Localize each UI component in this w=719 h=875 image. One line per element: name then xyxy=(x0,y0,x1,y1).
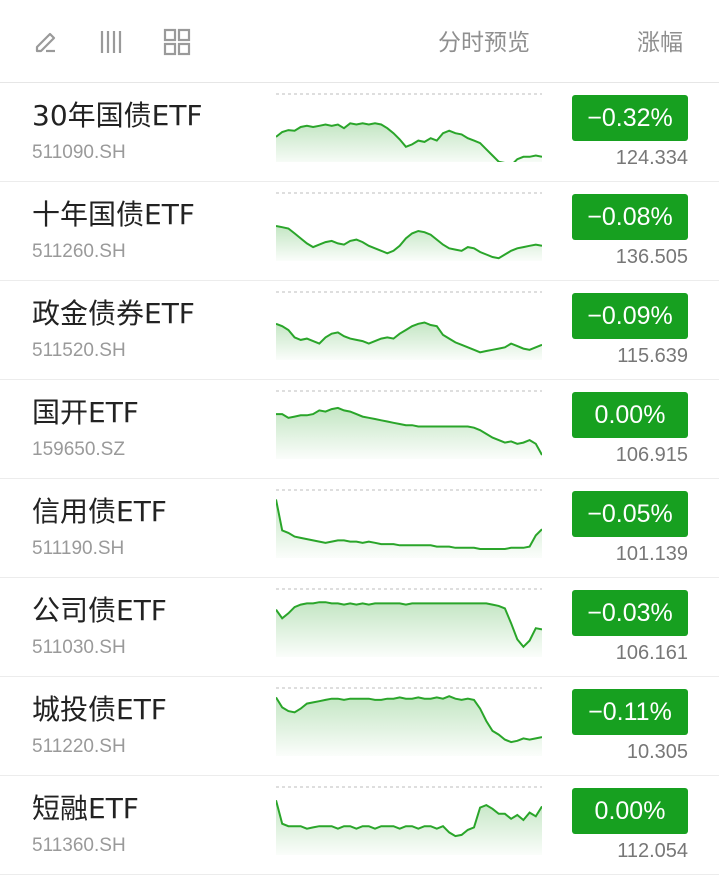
etf-name: 十年国债ETF xyxy=(32,198,195,231)
etf-list: 30年国债ETF 511090.SH −0.32% 124.334 十年国债ETF 511… xyxy=(0,83,719,875)
list-header: 分时预览 涨幅 xyxy=(0,0,719,83)
etf-code: 511220.SH xyxy=(32,736,126,757)
columns-icon[interactable] xyxy=(99,28,127,56)
etf-row[interactable]: 十年国债ETF 511260.SH −0.08% 136.505 xyxy=(0,182,719,281)
intraday-sparkline xyxy=(276,687,542,756)
intraday-sparkline xyxy=(276,291,542,360)
etf-name: 城投债ETF xyxy=(32,693,167,726)
intraday-sparkline xyxy=(276,390,542,459)
etf-name: 国开ETF xyxy=(32,396,139,429)
etf-code: 511090.SH xyxy=(32,142,126,163)
etf-code: 511260.SH xyxy=(32,241,126,262)
preview-column-header[interactable]: 分时预览 xyxy=(438,28,530,58)
etf-name: 短融ETF xyxy=(32,792,139,825)
price-value: 10.305 xyxy=(626,741,688,763)
etf-row[interactable]: 短融ETF 511360.SH 0.00% 112.054 xyxy=(0,776,719,875)
price-value: 136.505 xyxy=(615,246,688,268)
price-value: 124.334 xyxy=(615,147,688,169)
etf-code: 511360.SH xyxy=(32,835,126,856)
change-badge[interactable]: −0.32% xyxy=(572,95,688,141)
etf-code: 511520.SH xyxy=(32,340,126,361)
etf-code: 511030.SH xyxy=(32,637,126,658)
change-badge[interactable]: 0.00% xyxy=(572,392,688,438)
etf-row[interactable]: 信用债ETF 511190.SH −0.05% 101.139 xyxy=(0,479,719,578)
change-badge[interactable]: 0.00% xyxy=(572,788,688,834)
etf-name: 30年国债ETF xyxy=(32,99,203,132)
etf-code: 159650.SZ xyxy=(32,439,125,460)
sparkline-area xyxy=(276,696,542,756)
etf-row[interactable]: 政金债券ETF 511520.SH −0.09% 115.639 xyxy=(0,281,719,380)
change-badge[interactable]: −0.03% xyxy=(572,590,688,636)
price-value: 112.054 xyxy=(617,840,688,862)
price-value: 101.139 xyxy=(615,543,688,565)
etf-row[interactable]: 国开ETF 159650.SZ 0.00% 106.915 xyxy=(0,380,719,479)
etf-row[interactable]: 城投债ETF 511220.SH −0.11% 10.305 xyxy=(0,677,719,776)
sparkline-area xyxy=(276,407,542,459)
etf-name: 政金债券ETF xyxy=(32,297,195,330)
sparkline-area xyxy=(276,123,542,162)
change-badge[interactable]: −0.08% xyxy=(572,194,688,240)
intraday-sparkline xyxy=(276,93,542,162)
intraday-sparkline xyxy=(276,489,542,558)
etf-code: 511190.SH xyxy=(32,538,125,559)
change-badge[interactable]: −0.09% xyxy=(572,293,688,339)
intraday-sparkline xyxy=(276,588,542,657)
intraday-sparkline xyxy=(276,786,542,855)
grid-icon[interactable] xyxy=(163,28,191,56)
sparkline-area xyxy=(276,602,542,657)
change-badge[interactable]: −0.05% xyxy=(572,491,688,537)
change-badge[interactable]: −0.11% xyxy=(572,689,688,735)
etf-row[interactable]: 公司债ETF 511030.SH −0.03% 106.161 xyxy=(0,578,719,677)
price-value: 106.161 xyxy=(615,642,688,664)
change-column-header[interactable]: 涨幅 xyxy=(637,28,683,58)
intraday-sparkline xyxy=(276,192,542,261)
etf-name: 公司债ETF xyxy=(32,594,167,627)
price-value: 115.639 xyxy=(617,345,688,367)
etf-name: 信用债ETF xyxy=(32,495,167,528)
price-value: 106.915 xyxy=(615,444,688,466)
sparkline-line xyxy=(276,499,542,550)
edit-icon[interactable] xyxy=(32,28,60,56)
etf-row[interactable]: 30年国债ETF 511090.SH −0.32% 124.334 xyxy=(0,83,719,182)
